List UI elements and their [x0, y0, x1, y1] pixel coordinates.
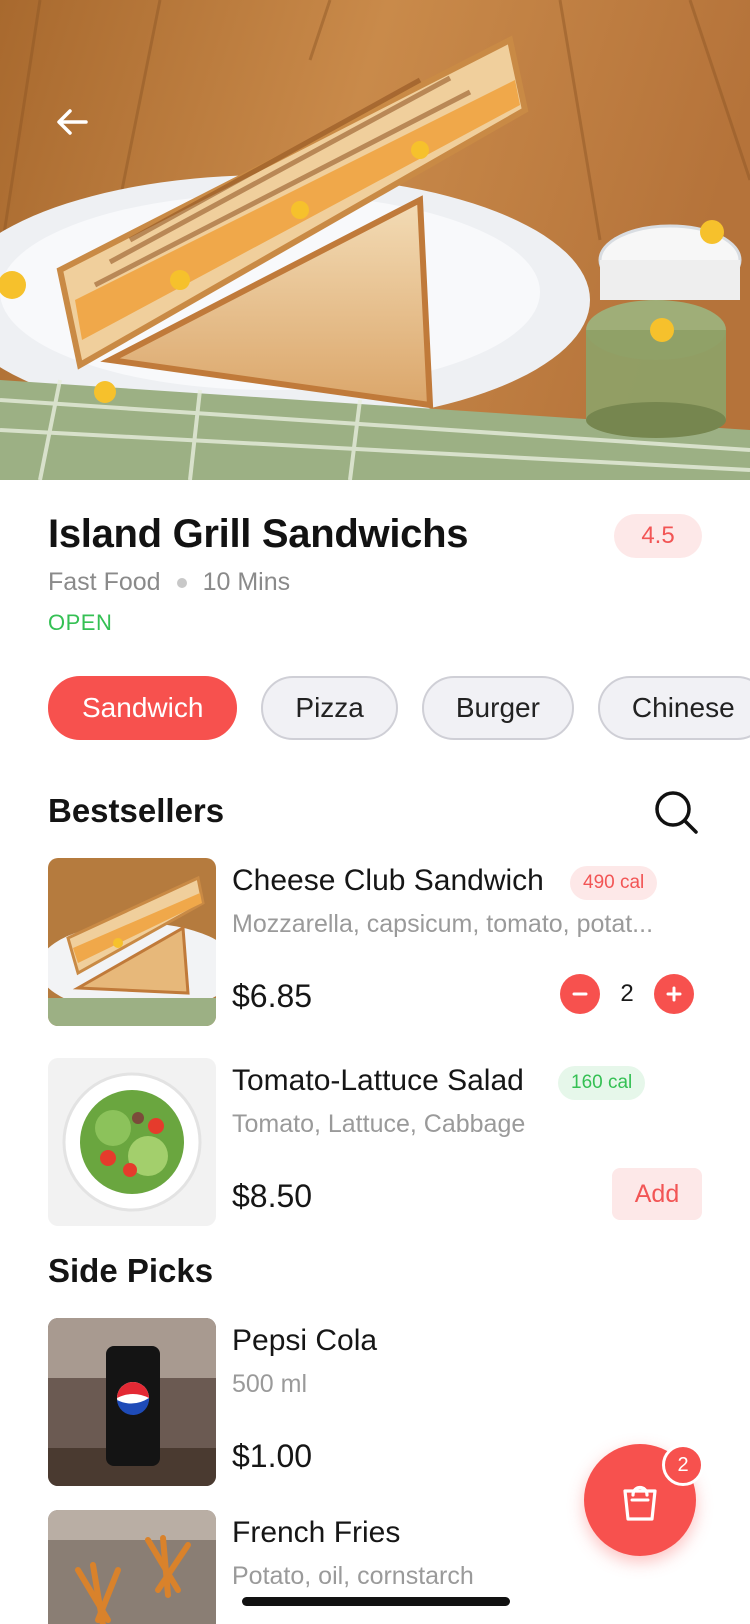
home-indicator	[242, 1597, 510, 1606]
arrow-left-icon	[57, 109, 88, 135]
decrease-button[interactable]	[560, 974, 600, 1014]
separator-dot	[176, 577, 187, 588]
item-price: $8.50	[232, 1178, 313, 1214]
item-price: $1.00	[232, 1438, 313, 1474]
menu-item[interactable]: Tomato-Lattuce Salad 160 cal Tomato, Lat…	[48, 1058, 702, 1226]
item-description: Potato, oil, cornstarch	[232, 1562, 474, 1590]
hero-image	[0, 0, 750, 480]
cuisine-label: Fast Food	[48, 568, 161, 596]
item-image-sandwich	[48, 858, 216, 1026]
chip-pizza[interactable]: Pizza	[261, 676, 398, 740]
delivery-time: 10 Mins	[202, 568, 291, 596]
back-button[interactable]	[44, 94, 100, 150]
section-title-side-picks: Side Picks	[48, 1252, 214, 1289]
item-description: 500 ml	[232, 1370, 308, 1398]
add-button[interactable]: Add	[612, 1168, 702, 1220]
search-button[interactable]	[652, 788, 700, 836]
item-name: French Fries	[232, 1516, 401, 1549]
quantity-stepper: 2	[560, 974, 694, 1014]
minus-icon	[572, 992, 588, 996]
open-status: OPEN	[48, 610, 113, 635]
calorie-badge: 160 cal	[558, 1066, 646, 1100]
increase-button[interactable]	[654, 974, 694, 1014]
item-image-salad	[48, 1058, 216, 1226]
chip-sandwich[interactable]: Sandwich	[48, 676, 238, 740]
item-image-pepsi	[48, 1318, 216, 1486]
shopping-bag-icon	[623, 1485, 657, 1521]
menu-item[interactable]: Cheese Club Sandwich 490 cal Mozzarella,…	[48, 858, 702, 1026]
category-chips: Sandwich Pizza Burger Chinese	[0, 676, 750, 740]
quantity-value: 2	[620, 980, 634, 1007]
restaurant-name: Island Grill Sandwichs	[48, 512, 469, 556]
item-name: Tomato-Lattuce Salad	[232, 1064, 524, 1097]
item-description: Mozzarella, capsicum, tomato, potat...	[232, 910, 654, 938]
item-image-fries	[48, 1510, 216, 1624]
item-description: Tomato, Lattuce, Cabbage	[232, 1110, 526, 1138]
section-title-bestsellers: Bestsellers	[48, 792, 225, 829]
restaurant-meta: Fast Food 10 Mins	[48, 568, 290, 597]
item-price: $6.85	[232, 978, 313, 1014]
item-name: Pepsi Cola	[232, 1324, 378, 1357]
item-name: Cheese Club Sandwich	[232, 864, 544, 897]
plus-icon	[666, 986, 682, 1002]
chip-burger[interactable]: Burger	[421, 676, 574, 740]
search-icon	[655, 791, 698, 834]
chip-chinese[interactable]: Chinese	[597, 676, 750, 740]
rating-badge: 4.5	[614, 514, 702, 558]
calorie-badge: 490 cal	[570, 866, 658, 900]
cart-count-badge: 2	[662, 1444, 704, 1486]
